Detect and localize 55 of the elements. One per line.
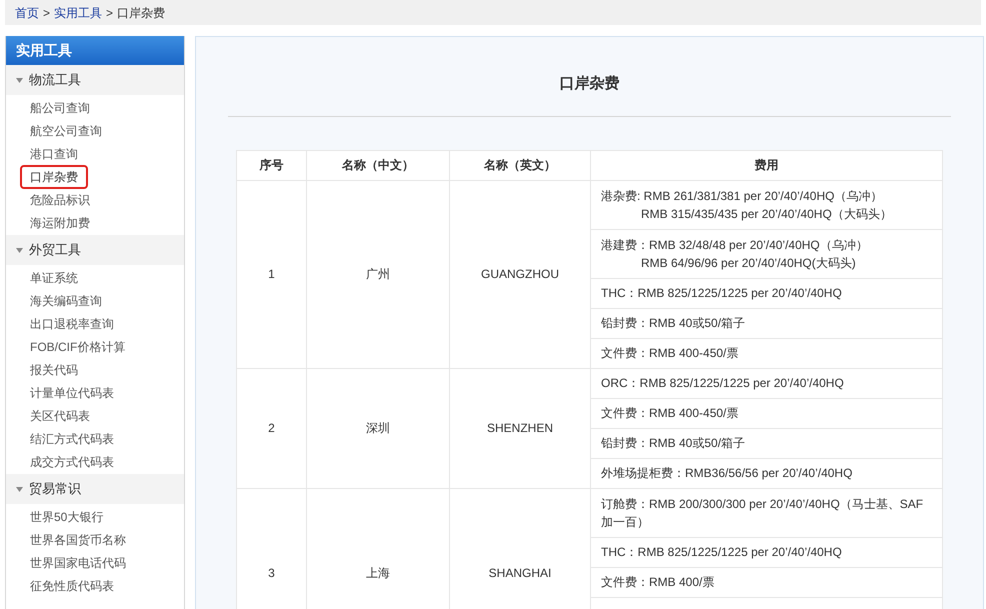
sidebar-item[interactable]: 世界各国货币名称 <box>20 528 136 552</box>
table-cell: 广州 <box>306 180 450 368</box>
fee-cell: THC：RMB 825/1225/1225 per 20’/40’/40HQ <box>590 278 942 308</box>
sidebar-item[interactable]: 海运附加费 <box>20 210 100 234</box>
section-label: 贸易常识 <box>29 480 81 498</box>
fee-cell: 文件费：RMB 400-450/票 <box>590 398 942 428</box>
sidebar-item[interactable]: 单证系统 <box>20 266 88 290</box>
fee-cell: 铅封费：RMB 40或50/箱子 <box>590 308 942 338</box>
sidebar-item[interactable]: 世界50大银行 <box>20 504 114 528</box>
sidebar-item[interactable]: 结汇方式代码表 <box>20 426 124 450</box>
breadcrumb-current: 口岸杂费 <box>117 4 166 22</box>
sidebar-item[interactable]: 口岸杂费 <box>20 164 88 188</box>
sidebar-item[interactable]: 船公司查询 <box>20 96 100 120</box>
table-cell: 深圳 <box>306 368 450 488</box>
table-cell: GUANGZHOU <box>450 180 590 368</box>
column-header: 序号 <box>236 150 306 180</box>
sidebar-section-header[interactable]: 外贸工具 <box>6 235 184 265</box>
sidebar-section-header[interactable]: 贸易常识 <box>6 474 184 504</box>
breadcrumb-link[interactable]: 首页 <box>15 4 39 22</box>
table-cell: 3 <box>236 488 306 609</box>
sidebar-title: 实用工具 <box>6 36 184 65</box>
fee-cell: 铅封费：RMB 40或50/箱子 <box>590 428 942 458</box>
table-cell: 2 <box>236 368 306 488</box>
breadcrumb-link[interactable]: 实用工具 <box>54 4 102 22</box>
sidebar-item[interactable]: 港口查询 <box>20 142 88 166</box>
breadcrumb-separator: > <box>106 4 114 22</box>
sidebar-item[interactable]: 海关编码查询 <box>20 288 112 312</box>
fee-cell: 港杂费: RMB 261/381/381 per 20’/40’/40HQ（乌冲） RMB 315/435/435 per 20’/40’/40HQ（大码头） <box>590 180 942 229</box>
fee-cell: ORC：RMB 825/1225/1225 per 20’/40’/40HQ <box>590 368 942 398</box>
sidebar-item[interactable]: 危险品标识 <box>20 188 100 212</box>
sidebar-item[interactable]: FOB/CIF价格计算 <box>20 334 136 358</box>
sidebar-item[interactable]: 报关代码 <box>20 358 88 382</box>
sidebar-item[interactable]: 航空公司查询 <box>20 118 112 142</box>
fee-cell: 文件费：RMB 400-450/票 <box>590 338 942 368</box>
fee-cell: 港建费：RMB 32/48/48 per 20’/40’/40HQ（乌冲） RMB 64/96/96 per 20’/40’/40HQ(大码头) <box>590 229 942 278</box>
sidebar-item[interactable]: 征免性质代码表 <box>20 574 124 598</box>
sidebar-item[interactable]: 世界国家电话代码 <box>20 550 136 574</box>
sidebar-section-header[interactable]: 物流工具 <box>6 65 184 95</box>
table-cell: 1 <box>236 180 306 368</box>
section-label: 物流工具 <box>29 71 81 90</box>
table-cell: SHENZHEN <box>450 368 590 488</box>
page-title: 口岸杂费 <box>558 74 620 94</box>
fee-cell: THC：RMB 825/1225/1225 per 20’/40’/40HQ <box>590 537 942 567</box>
sidebar-item[interactable]: 关区代码表 <box>20 404 100 428</box>
column-header: 费用 <box>590 150 942 180</box>
column-header: 名称（英文） <box>450 150 590 180</box>
fee-cell: 外堆场提柜费：RMB36/56/56 per 20’/40’/40HQ <box>590 458 942 488</box>
sidebar-item[interactable]: 成交方式代码表 <box>20 450 124 474</box>
column-header: 名称（中文） <box>306 150 450 180</box>
sidebar-item[interactable]: 出口退税率查询 <box>20 312 124 336</box>
fee-cell: 订舱费：RMB 200/300/300 per 20’/40’/40HQ（马士基、SAF加一百） <box>590 488 942 537</box>
sidebar-item[interactable]: 计量单位代码表 <box>20 380 124 404</box>
section-label: 外贸工具 <box>29 241 81 260</box>
breadcrumb-separator: > <box>43 4 50 22</box>
fee-cell: 文件费：RMB 400/票 <box>590 567 942 597</box>
